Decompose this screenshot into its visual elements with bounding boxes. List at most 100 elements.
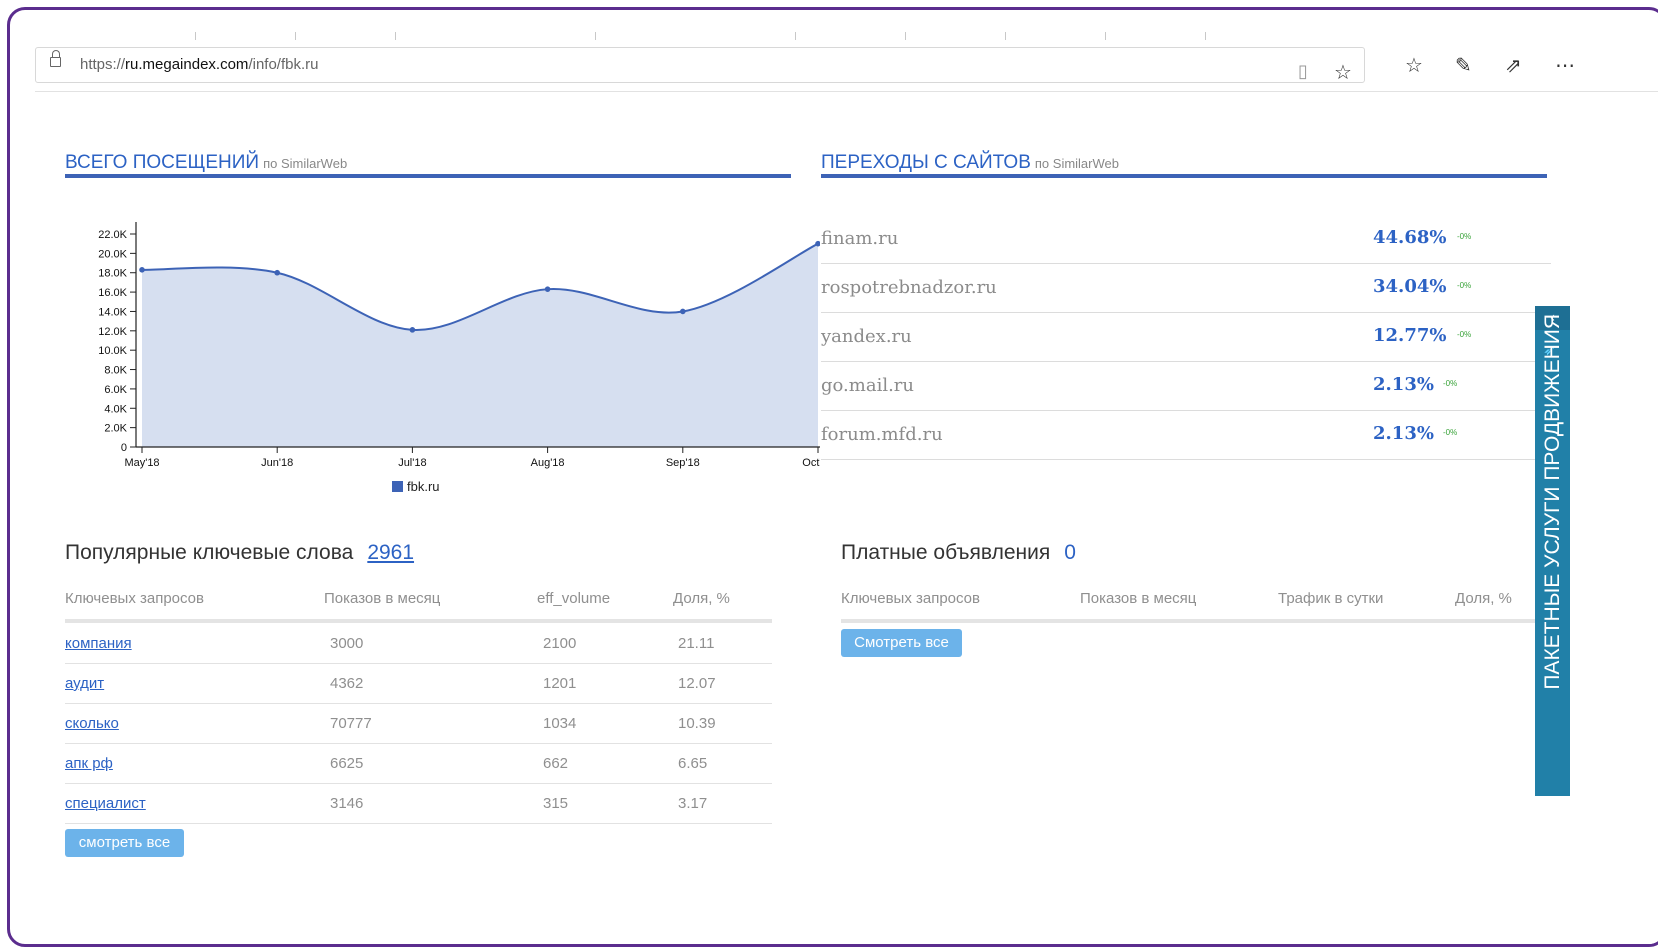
referral-percent: 2.13% (1373, 374, 1434, 395)
pen-icon[interactable]: ✎ (1455, 53, 1472, 77)
keyword-shows: 3146 (330, 795, 364, 812)
referrals-rule (821, 174, 1547, 178)
keyword-shows: 70777 (330, 715, 372, 732)
table-row: апк рф 6625 662 6.65 (65, 743, 772, 784)
referral-site: yandex.ru (821, 326, 912, 347)
y-tick-label: 6.0K (104, 384, 127, 396)
data-point (139, 267, 145, 273)
y-tick-label: 4.0K (104, 403, 127, 415)
tab-strip (35, 10, 1658, 40)
y-tick-label: 2.0K (104, 423, 127, 435)
keyword-eff: 1034 (543, 715, 577, 732)
referral-change: -0% (1443, 428, 1458, 437)
visits-chart: 0 2.0K 4.0K 6.0K 8.0K 10.0K 12.0K 14.0K 16.0K 18.… (98, 222, 820, 469)
favorite-star-icon[interactable]: ☆ (1334, 60, 1352, 84)
data-point (544, 286, 551, 292)
keyword-link[interactable]: сколько (65, 715, 119, 732)
keyword-share: 3.17 (678, 795, 708, 812)
series-area (142, 243, 818, 447)
referral-site: go.mail.ru (821, 375, 914, 396)
keyword-share: 6.65 (678, 755, 708, 772)
keyword-link[interactable]: аудит (65, 675, 104, 692)
x-tick-label: Aug'18 (531, 457, 565, 469)
referral-change: -0% (1457, 281, 1472, 290)
ads-title: Платные объявления 0 (841, 541, 1076, 564)
keyword-eff: 2100 (543, 635, 577, 652)
keyword-shows: 3000 (330, 635, 364, 652)
keyword-shows: 4362 (330, 675, 364, 692)
y-tick-label: 0 (121, 442, 127, 454)
lock-icon (50, 50, 61, 67)
table-row: сколько 70777 1034 10.39 (65, 703, 772, 744)
referral-row: go.mail.ru 2.13% -0% (821, 361, 1551, 411)
y-tick-label: 16.0K (98, 287, 127, 299)
x-tick-label: Jul'18 (398, 457, 426, 469)
table-row: компания 3000 2100 21.11 (65, 623, 772, 664)
data-point (680, 308, 686, 315)
referral-site: finam.ru (821, 228, 899, 249)
y-tick-label: 20.0K (98, 248, 127, 260)
ads-header-shows: Показов в месяц (1080, 590, 1197, 607)
referral-site: forum.mfd.ru (821, 424, 943, 445)
ads-count: 0 (1064, 541, 1076, 564)
keyword-eff: 315 (543, 795, 569, 812)
referral-change: -0% (1443, 379, 1458, 388)
referral-change: -0% (1457, 232, 1472, 241)
chart-legend: fbk.ru (392, 479, 440, 494)
url-text[interactable]: https://ru.megaindex.com/info/fbk.ru (80, 56, 318, 73)
keyword-share: 12.07 (678, 675, 716, 692)
share-icon[interactable]: ⇗ (1505, 53, 1522, 77)
referral-row: rospotrebnadzor.ru 34.04% -0% (821, 263, 1551, 313)
y-tick-label: 18.0K (98, 268, 127, 280)
data-point (409, 327, 416, 333)
keywords-header-share: Доля, % (673, 590, 730, 607)
promo-side-label[interactable]: ПАКЕТНЫЕ УСЛУГИ ПРОДВИЖЕНИЯ (1535, 300, 1570, 790)
reading-view-icon[interactable]: ▯ (1298, 60, 1308, 84)
referrals-title: ПЕРЕХОДЫ С САЙТОВ по SimilarWeb (821, 152, 1119, 173)
keyword-eff: 662 (543, 755, 569, 772)
keyword-eff: 1201 (543, 675, 577, 692)
keyword-link[interactable]: специалист (65, 795, 146, 812)
browser-window: https://ru.megaindex.com/info/fbk.ru ▯ ☆… (7, 7, 1658, 947)
referral-percent: 2.13% (1373, 423, 1434, 444)
referral-row: forum.mfd.ru 2.13% -0% (821, 410, 1551, 460)
x-tick-label: May'18 (124, 457, 159, 469)
address-bar: https://ru.megaindex.com/info/fbk.ru ▯ ☆… (35, 41, 1658, 92)
keywords-header-query: Ключевых запросов (65, 590, 204, 607)
table-row: специалист 3146 315 3.17 (65, 783, 772, 824)
keyword-link[interactable]: компания (65, 635, 132, 652)
keywords-count[interactable]: 2961 (367, 541, 414, 564)
keyword-share: 10.39 (678, 715, 716, 732)
ads-header-query: Ключевых запросов (841, 590, 980, 607)
y-tick-label: 12.0K (98, 326, 127, 338)
y-tick-label: 10.0K (98, 345, 127, 357)
referral-site: rospotrebnadzor.ru (821, 277, 997, 298)
ads-header-share: Доля, % (1455, 590, 1512, 607)
x-tick-label: Oct'18 (802, 457, 820, 469)
keyword-share: 21.11 (678, 635, 715, 652)
x-tick-label: Sep'18 (666, 457, 700, 469)
keywords-title: Популярные ключевые слова 2961 (65, 541, 415, 564)
keywords-header-eff: eff_volume (537, 590, 611, 607)
visits-title: ВСЕГО ПОСЕЩЕНИЙ по SimilarWeb (65, 152, 348, 173)
keywords-header-shows: Показов в месяц (324, 590, 441, 607)
keywords-view-all-button[interactable]: смотреть все (65, 829, 184, 857)
favorites-list-icon[interactable]: ☆ (1405, 53, 1423, 77)
visits-rule (65, 174, 791, 178)
y-tick-label: 14.0K (98, 306, 127, 318)
y-tick-label: 8.0K (104, 365, 127, 377)
keyword-shows: 6625 (330, 755, 364, 772)
referral-percent: 12.77% (1373, 325, 1447, 346)
referral-row: finam.ru 44.68% -0% (821, 214, 1551, 264)
ads-header-rule (841, 619, 1551, 623)
ads-header-traffic: Трафик в сутки (1278, 590, 1384, 607)
url-field[interactable]: https://ru.megaindex.com/info/fbk.ru ▯ ☆ (35, 47, 1365, 84)
table-row: аудит 4362 1201 12.07 (65, 663, 772, 704)
referral-percent: 44.68% (1373, 227, 1447, 248)
referral-change: -0% (1457, 330, 1472, 339)
keyword-link[interactable]: апк рф (65, 755, 113, 772)
ads-view-all-button[interactable]: Смотреть все (841, 629, 962, 657)
legend-swatch (392, 481, 403, 492)
data-point (274, 269, 280, 276)
more-icon[interactable]: ⋯ (1555, 53, 1575, 77)
